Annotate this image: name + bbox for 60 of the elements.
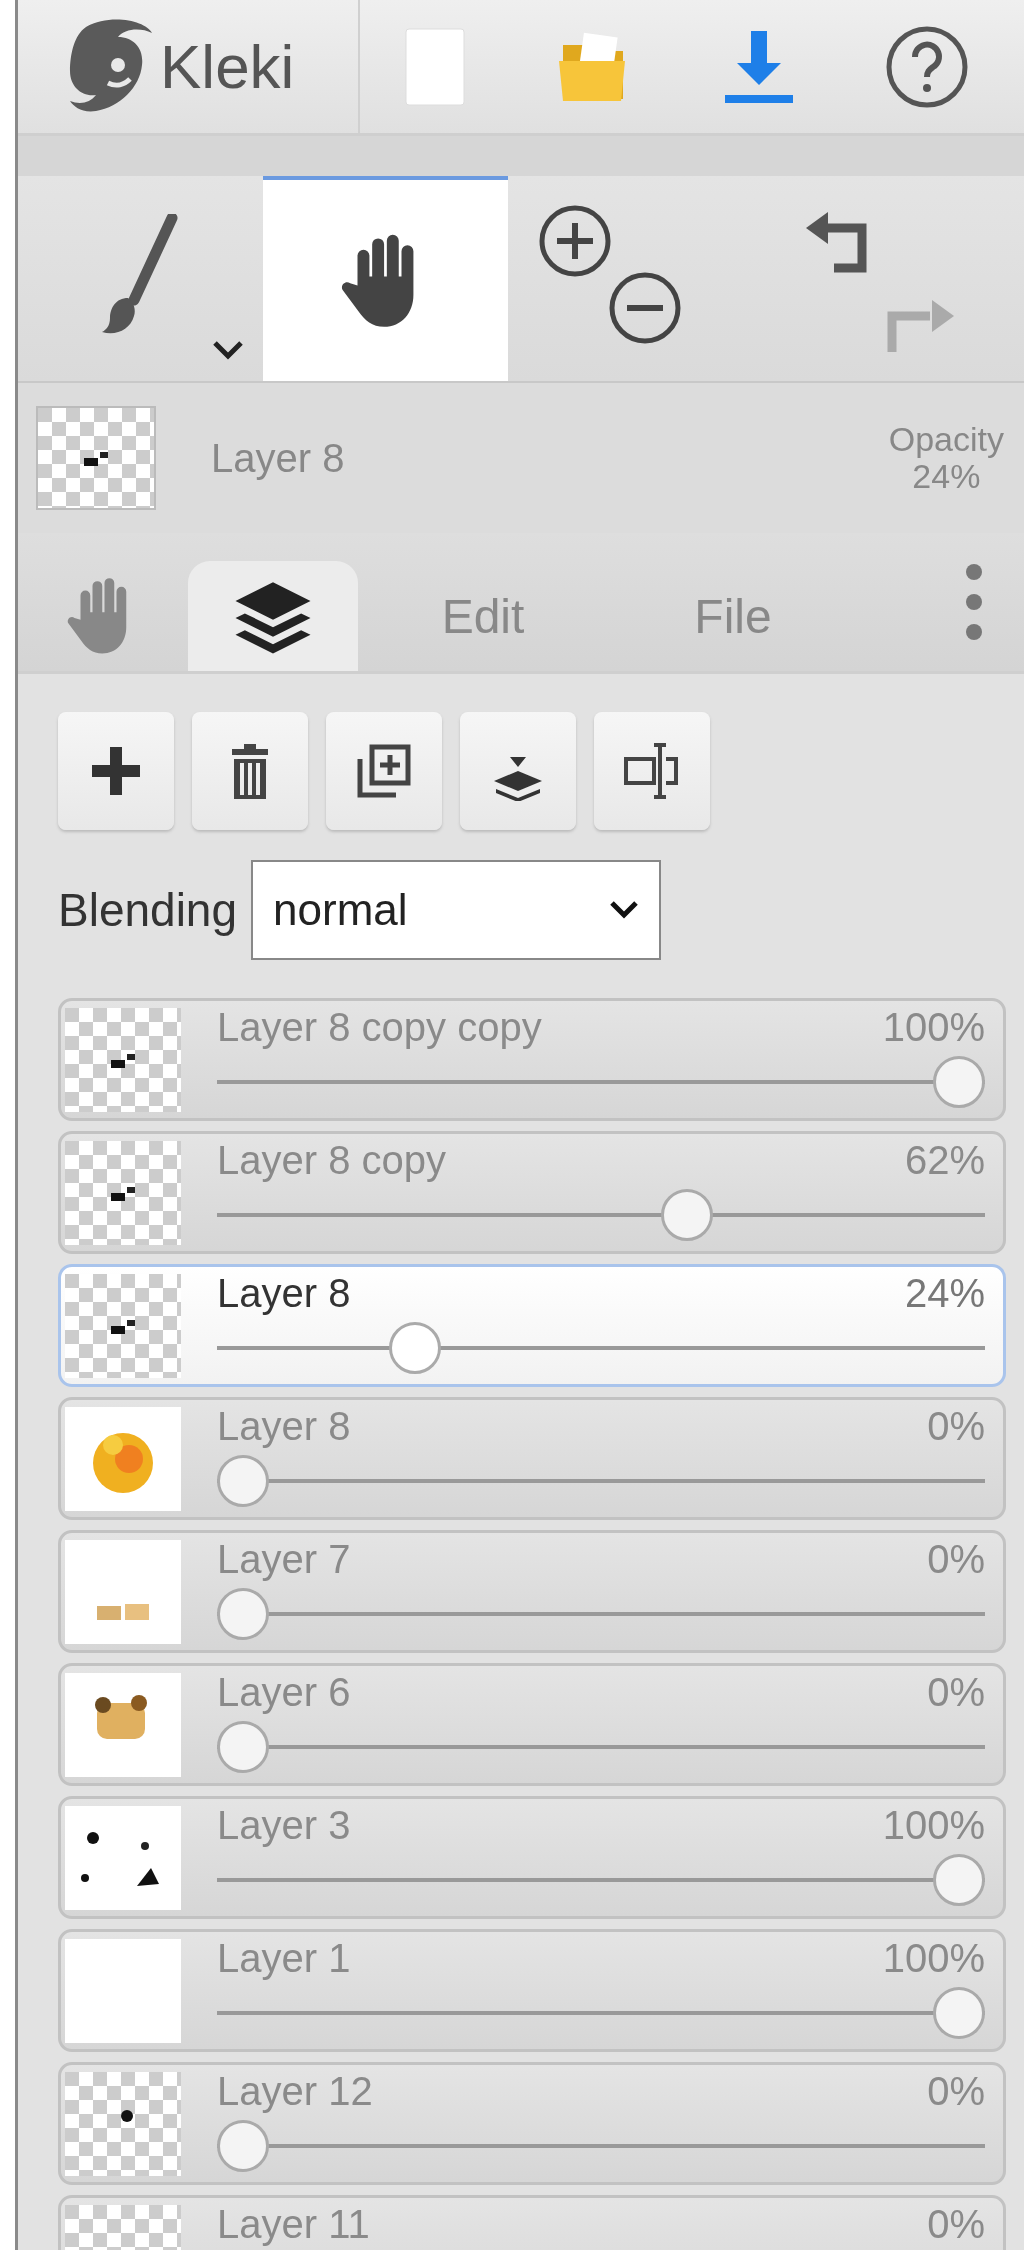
slider-thumb[interactable] <box>660 1189 713 1241</box>
layer-name: Layer 8 <box>217 1271 351 1316</box>
opacity-value: 100% <box>882 1936 985 1981</box>
tab[interactable]: Edit <box>358 561 608 671</box>
opacity-value: 100% <box>882 1803 985 1848</box>
opacity-value: 0% <box>927 1537 985 1582</box>
blending-label: Blending <box>58 883 238 937</box>
opacity-value: 0% <box>927 1670 985 1715</box>
layer-row[interactable]: Layer 8 copy copy 100% <box>58 998 1006 1121</box>
opacity-value: 62% <box>904 1138 985 1183</box>
layer-name: Layer 6 <box>217 1670 351 1715</box>
layer-name: Layer 8 <box>211 435 346 481</box>
hand-tool-button[interactable] <box>262 176 508 381</box>
duplicate-button[interactable] <box>326 712 442 830</box>
opacity-value: 0% <box>927 2202 985 2247</box>
layer-name: Layer 12 <box>217 2069 373 2114</box>
slider-thumb[interactable] <box>388 1322 441 1374</box>
layer-row[interactable]: Layer 8 24% <box>58 1264 1006 1387</box>
layer-name: Layer 8 copy <box>217 1138 447 1183</box>
slider-thumb[interactable] <box>933 1987 985 2039</box>
layer-name: Layer 3 <box>217 1803 351 1848</box>
slider-thumb[interactable] <box>217 1455 269 1507</box>
layers-tab[interactable] <box>188 561 358 671</box>
opacity-value: 24% <box>912 458 981 496</box>
layer-name: Layer 8 copy copy <box>217 1005 542 1050</box>
opacity-label: Opacity <box>888 420 1004 458</box>
more-icon[interactable] <box>964 562 984 642</box>
slider-thumb[interactable] <box>217 1588 269 1640</box>
merge-down-button[interactable] <box>460 712 576 830</box>
caret-icon[interactable] <box>210 339 245 361</box>
tab[interactable]: File <box>608 561 858 671</box>
new-document-icon[interactable] <box>403 26 466 107</box>
layer-name: Layer 7 <box>217 1537 351 1582</box>
logo-text: Kleki <box>160 31 295 102</box>
layer-row[interactable]: Layer 11 0% <box>58 2195 1006 2250</box>
layer-row[interactable]: Layer 3 100% <box>58 1796 1006 1919</box>
blending-dropdown[interactable]: normal <box>251 860 662 960</box>
add-layer-button[interactable] <box>58 712 174 830</box>
slider-thumb[interactable] <box>933 1854 985 1906</box>
zoom-out-icon[interactable] <box>607 271 682 345</box>
rename-button[interactable] <box>594 712 710 830</box>
caret-icon <box>609 900 640 920</box>
slider-thumb[interactable] <box>217 2120 269 2172</box>
zoom-in-icon[interactable] <box>537 204 612 278</box>
layer-name: Layer 11 <box>217 2202 370 2247</box>
opacity-value: 100% <box>882 1005 985 1050</box>
layer-row[interactable]: Layer 1 100% <box>58 1929 1006 2052</box>
layer-row[interactable]: Layer 8 0% <box>58 1397 1006 1520</box>
opacity-value: 24% <box>904 1271 985 1316</box>
layer-name: Layer 8 <box>217 1404 351 1449</box>
layer-row[interactable]: Layer 8 copy 62% <box>58 1131 1006 1254</box>
layer-row[interactable]: Layer 6 0% <box>58 1663 1006 1786</box>
layer-name: Layer 1 <box>217 1936 351 1981</box>
opacity-value: 0% <box>927 1404 985 1449</box>
delete-button[interactable] <box>192 712 308 830</box>
layer-row[interactable]: Layer 12 0% <box>58 2062 1006 2185</box>
opacity-value: 0% <box>927 2069 985 2114</box>
slider-thumb[interactable] <box>933 1056 985 1108</box>
layer-row[interactable]: Layer 7 0% <box>58 1530 1006 1653</box>
slider-thumb[interactable] <box>217 1721 269 1773</box>
